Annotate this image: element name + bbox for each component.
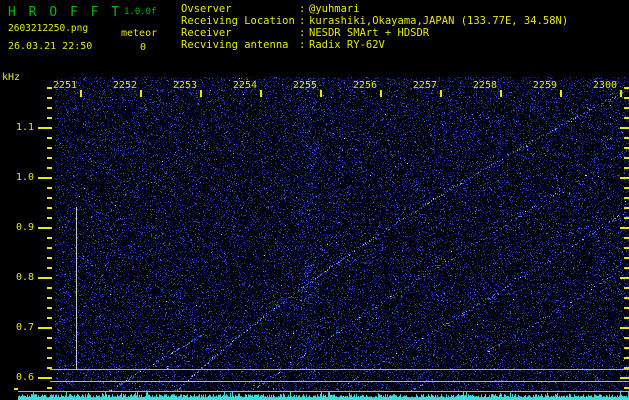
time-tick-label-2254: 2254: [232, 80, 257, 91]
info-row-2: Receiver: NESDR SMArt + HDSDR: [181, 27, 568, 39]
info-value: kurashiki,Okayama,JAPAN (133.77E, 34.58N…: [309, 15, 569, 27]
info-label: Ovserver: [181, 3, 232, 15]
info-row-1: Receiving Location: kurashiki,Okayama,JAP…: [181, 15, 568, 27]
observer-info-panel: Ovserver: @yuhmari Receiving Location: kura…: [181, 3, 568, 51]
freq-tick-label-1.1: 1.1: [15, 122, 34, 133]
info-row-0: Ovserver: @yuhmari: [181, 3, 568, 15]
meteor-counter-label: meteor: [121, 28, 158, 39]
time-tick-label-2255: 2255: [292, 80, 317, 91]
info-value: NESDR SMArt + HDSDR: [309, 27, 430, 39]
time-tick-label-2251: 2251: [52, 80, 77, 91]
info-separator: :: [299, 3, 306, 15]
time-tick-label-2258: 2258: [472, 80, 497, 91]
freq-tick-label-0.8: 0.8: [15, 272, 34, 283]
hrofft-output-window: H R O F F T 1.0.0f 2603212250.png meteor…: [0, 0, 629, 400]
time-tick-label-2259: 2259: [532, 80, 557, 91]
app-title: H R O F F T: [8, 5, 122, 20]
info-row-3: Recviving antenna: Radix RY-62V: [181, 39, 568, 51]
info-label: Receiver: [181, 27, 232, 39]
info-value: Radix RY-62V: [309, 39, 385, 51]
info-value: @yuhmari: [309, 3, 360, 15]
output-filename: 2603212250.png: [8, 23, 89, 34]
freq-tick-label-1.0: 1.0: [15, 172, 34, 183]
time-tick-label-2300: 2300: [592, 80, 617, 91]
time-tick-label-2253: 2253: [172, 80, 197, 91]
freq-tick-label-0.9: 0.9: [15, 222, 34, 233]
info-separator: :: [299, 39, 306, 51]
freq-tick-label-0.7: 0.7: [15, 322, 34, 333]
time-tick-label-2257: 2257: [412, 80, 437, 91]
time-tick-label-2256: 2256: [352, 80, 377, 91]
frequency-axis-unit-label: kHz: [2, 72, 21, 83]
time-tick-label-2252: 2252: [112, 80, 137, 91]
info-separator: :: [299, 27, 306, 39]
observation-datetime: 26.03.21 22:50: [8, 41, 93, 52]
freq-tick-label-0.6: 0.6: [15, 372, 34, 383]
app-version: 1.0.0f: [124, 7, 157, 17]
meteor-counter-value: 0: [140, 42, 147, 53]
spectrogram-canvas: [0, 0, 629, 400]
info-label: Receiving Location: [181, 15, 295, 27]
info-label: Recviving antenna: [181, 39, 289, 51]
info-separator: :: [299, 15, 306, 27]
